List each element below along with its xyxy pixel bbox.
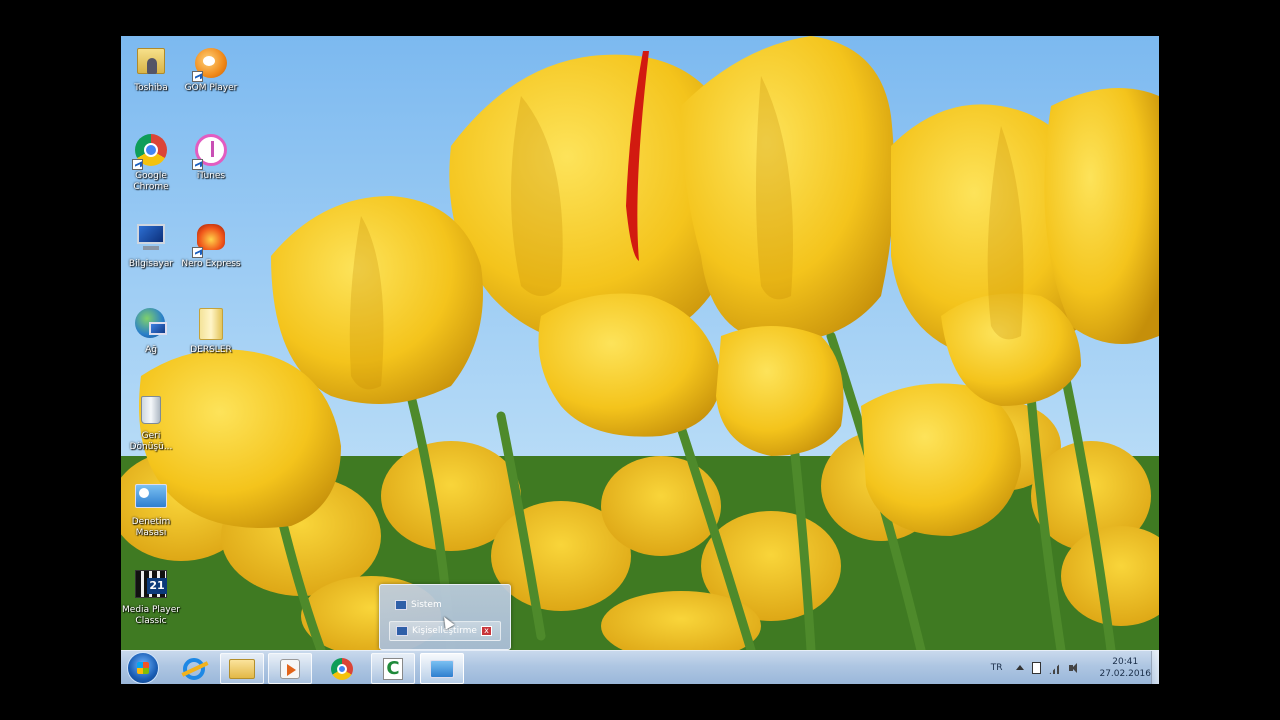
taskbar-internet-explorer[interactable] (172, 653, 216, 684)
chrome-icon (132, 132, 169, 170)
tulip-wallpaper (121, 36, 1159, 650)
desktop-icon-itunes[interactable]: iTunes (179, 126, 243, 202)
media-player-classic-icon: 21 (133, 566, 169, 602)
desktop-icon-media-player-classic[interactable]: 21 Media Player Classic (121, 560, 183, 636)
network-icon (133, 306, 169, 342)
desktop-icon-recycle-bin[interactable]: Geri Dönüşü... (121, 386, 183, 462)
system-icon (395, 600, 407, 610)
desktop-icon-label: Denetim Masası (131, 517, 171, 538)
start-button[interactable] (127, 652, 159, 684)
system-tray: TR 20:41 27.02.2016 (991, 651, 1151, 684)
power-plug-icon[interactable] (1032, 662, 1042, 674)
desktop-icon-label: Google Chrome (133, 171, 169, 192)
file-explorer-icon (229, 658, 255, 679)
taskbar-file-explorer[interactable] (220, 653, 264, 684)
taskbar-media-player[interactable] (268, 653, 312, 684)
desktop-icon-ag[interactable]: Ağ (121, 300, 183, 376)
gom-player-icon (192, 44, 229, 82)
language-indicator[interactable]: TR (991, 663, 1003, 673)
desktop-icon-google-chrome[interactable]: Google Chrome (121, 126, 183, 202)
desktop-icon-label: GOM Player (184, 83, 238, 93)
desktop-icon-label: Toshiba (134, 83, 168, 93)
show-desktop-button[interactable] (1151, 651, 1159, 684)
desktop-icon-label: iTunes (196, 171, 226, 181)
desktop-icon-gom-player[interactable]: GOM Player (179, 38, 243, 114)
close-icon[interactable]: x (481, 626, 492, 636)
nero-icon (192, 220, 229, 258)
windows-logo-icon (137, 662, 149, 674)
desktop-icon-label: DERSLER (190, 345, 232, 355)
desktop-icon-label: Geri Dönüşü... (129, 431, 173, 452)
personalization-icon (396, 626, 408, 636)
control-panel-icon (430, 659, 454, 678)
desktop-screen: Toshiba Google Chrome Bilgisayar Ağ Geri… (121, 36, 1159, 684)
desktop-icon-label: Nero Express (181, 259, 241, 269)
recycle-bin-icon (133, 392, 169, 428)
chrome-icon (331, 657, 353, 680)
popup-item-sistem[interactable]: Sistem (389, 595, 501, 615)
clock[interactable]: 20:41 27.02.2016 (1099, 656, 1151, 680)
itunes-icon (192, 132, 229, 170)
folder-user-icon (133, 44, 169, 80)
media-player-icon (280, 658, 300, 679)
popup-item-label: Sistem (411, 600, 442, 610)
taskbar-camtasia[interactable]: C (371, 653, 415, 684)
control-panel-icon (133, 478, 169, 514)
desktop-icon-label: Ağ (145, 345, 157, 355)
desktop-icon-label: Media Player Classic (122, 605, 180, 626)
folder-icon (193, 306, 229, 342)
desktop-icon-nero-express[interactable]: Nero Express (179, 214, 243, 290)
network-signal-icon[interactable] (1049, 662, 1062, 674)
taskbar: C TR 20:41 27.02.2016 (121, 650, 1159, 684)
taskbar-control-panel[interactable] (420, 653, 464, 684)
internet-explorer-icon (181, 657, 209, 680)
desktop-icon-dersler[interactable]: DERSLER (179, 300, 243, 376)
clock-date: 27.02.2016 (1099, 669, 1151, 679)
taskbar-chrome[interactable] (320, 653, 364, 684)
show-hidden-icons-icon[interactable] (1016, 662, 1025, 674)
desktop-icon-label: Bilgisayar (128, 259, 174, 269)
volume-icon[interactable] (1069, 662, 1081, 674)
desktop-icon-toshiba[interactable]: Toshiba (121, 38, 183, 114)
camtasia-icon: C (383, 657, 403, 680)
desktop-icon-bilgisayar[interactable]: Bilgisayar (121, 214, 183, 290)
computer-icon (133, 220, 169, 256)
desktop-icon-denetim-masasi[interactable]: Denetim Masası (121, 472, 183, 548)
clock-time: 20:41 (1112, 657, 1139, 667)
